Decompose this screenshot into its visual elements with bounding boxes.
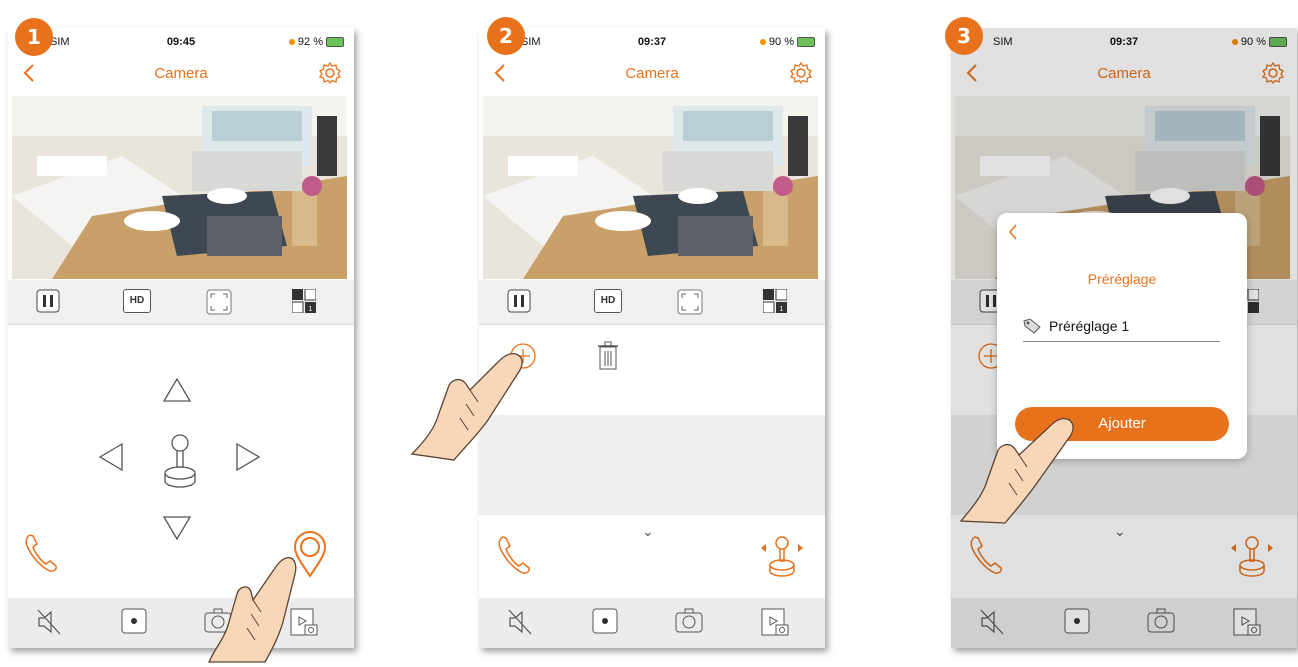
arrow-left-icon[interactable] [98,442,124,472]
preset-name-field[interactable]: Préréglage 1 [1023,311,1220,342]
pause-icon[interactable] [36,289,60,313]
chevron-down-icon[interactable]: ⌄ [642,523,654,540]
back-icon[interactable] [1007,223,1019,241]
quad-view-icon[interactable]: 1 [292,289,316,313]
bottom-bar [479,598,825,648]
battery-icon [326,37,344,47]
joystick-icon[interactable] [162,433,198,493]
hand-pointer-icon [959,417,1074,524]
fullscreen-icon[interactable] [677,289,703,315]
step-badge-3: 3 [945,17,983,55]
hand-pointer-icon [208,556,297,663]
battery-icon [797,37,815,47]
preset-name-value: Préréglage 1 [1049,318,1130,334]
nav-bar: Camera [8,56,354,94]
pause-icon[interactable] [507,289,531,313]
phone-icon[interactable] [24,533,58,573]
video-toolbar: HD 1 [8,280,354,325]
joystick-icon[interactable] [759,535,805,579]
gallery-icon[interactable] [761,608,789,636]
quad-number: 1 [780,306,784,313]
arrow-down-icon[interactable] [162,515,192,541]
nav-bar: Camera [479,56,825,94]
trash-icon[interactable] [597,341,619,371]
quad-number: 1 [309,306,313,313]
arrow-right-icon[interactable] [235,442,261,472]
status-bar: SIM 09:37 90 % [479,28,825,56]
battery-label: 90 % [768,36,794,48]
battery-label: 92 % [297,36,323,48]
hand-pointer-icon [410,352,523,461]
camera-feed[interactable] [483,96,818,279]
camera-feed[interactable] [12,96,347,279]
arrow-up-icon[interactable] [162,377,192,403]
phone-screen-step-2: SIM 09:37 90 % Camera HD 1 ⌄ [479,28,825,648]
gear-icon[interactable] [318,61,342,85]
page-title: Camera [625,65,679,82]
snapshot-icon[interactable] [675,608,703,634]
record-icon[interactable] [592,608,618,634]
record-icon[interactable] [121,608,147,634]
step-badge-1: 1 [15,18,53,56]
page-title: Camera [154,65,208,82]
mute-icon[interactable] [507,608,533,636]
status-bar: SIM 09:45 92 % [8,28,354,56]
gear-icon[interactable] [789,61,813,85]
hd-button[interactable]: HD [594,289,622,313]
tag-icon [1023,318,1041,334]
dialog-title: Préréglage [1087,271,1157,287]
phone-icon[interactable] [497,535,531,575]
preset-list-area [479,415,825,515]
video-toolbar: HD 1 [479,280,825,325]
hd-button[interactable]: HD [123,289,151,313]
battery-status: 92 % [288,36,344,48]
step-badge-2: 2 [487,17,525,55]
battery-status: 90 % [759,36,815,48]
fullscreen-icon[interactable] [206,289,232,315]
phone-screen-step-3: SIM 09:37 90 % Camera ⌄ Préréglage Préré… [951,28,1297,648]
preset-panel: ⌄ [479,325,825,597]
quad-view-icon[interactable]: 1 [763,289,787,313]
mute-icon[interactable] [36,608,62,636]
